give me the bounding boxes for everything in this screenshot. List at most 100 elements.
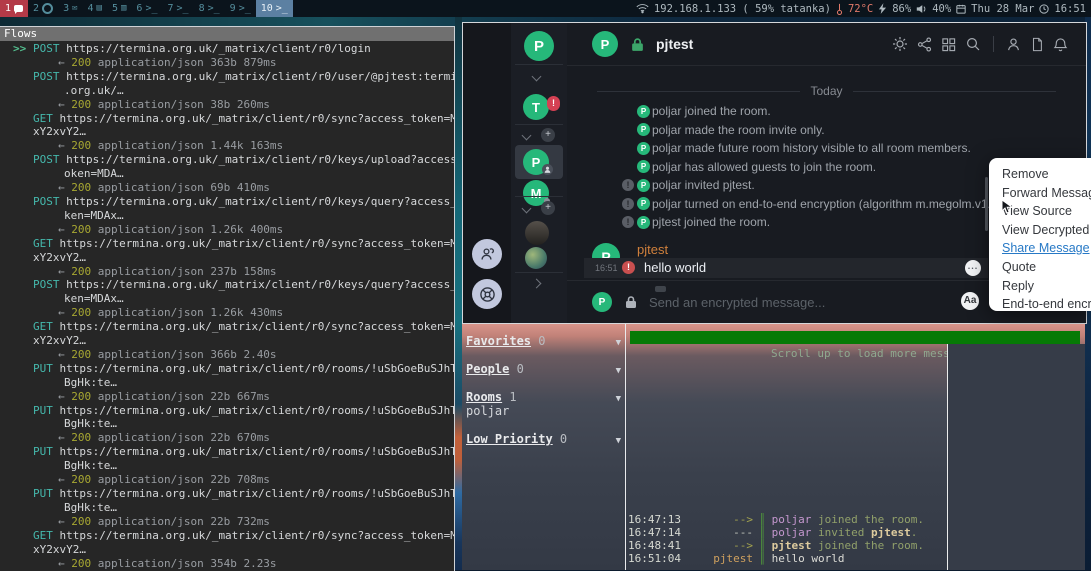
menu-item-end-to-end-encry[interactable]: End-to-end encry bbox=[1002, 295, 1091, 311]
menu-item-reply[interactable]: Reply bbox=[1002, 277, 1091, 296]
format-toggle-button[interactable]: Aa bbox=[961, 292, 979, 310]
flow-entry[interactable]: >>POST https://termina.org.uk/_matrix/cl… bbox=[0, 42, 454, 70]
context-menu-items: RemoveForward MessageView SourceView Dec… bbox=[1002, 165, 1091, 311]
date: Thu 28 Mar bbox=[971, 3, 1034, 15]
message-options-button[interactable]: ... bbox=[965, 260, 981, 276]
scroll-notice: Scroll up to load more mess bbox=[771, 347, 947, 360]
flow-entry[interactable]: PUT https://termina.org.uk/_matrix/clien… bbox=[0, 362, 454, 404]
share-icon[interactable] bbox=[917, 37, 932, 52]
menu-item-forward-message[interactable]: Forward Message bbox=[1002, 184, 1091, 203]
workspace-6[interactable]: 6>_ bbox=[131, 0, 162, 17]
workspace-3[interactable]: 3✉ bbox=[58, 0, 82, 17]
context-menu: RemoveForward MessageView SourceView Dec… bbox=[989, 158, 1091, 311]
room-avatar-t[interactable]: T bbox=[523, 94, 549, 120]
terminal-icon: >_ bbox=[239, 3, 251, 14]
user-avatar[interactable]: P bbox=[524, 31, 554, 61]
element-room-list: P T ! + P M + bbox=[511, 23, 567, 323]
chevron-down-icon[interactable] bbox=[522, 131, 532, 141]
battery-icon bbox=[878, 3, 887, 14]
chevron-right-icon[interactable] bbox=[532, 279, 542, 289]
buffer-list: Favorites 0▼ People 0▼ Rooms 1▼poljar Low P… bbox=[462, 324, 625, 570]
search-icon[interactable] bbox=[965, 36, 981, 52]
workspace-8[interactable]: 8>_ bbox=[194, 0, 225, 17]
event-avatar: P bbox=[637, 160, 650, 173]
collapse-triangle-icon[interactable]: ▼ bbox=[616, 434, 621, 448]
event-avatar: P bbox=[637, 197, 650, 210]
menu-item-view-source[interactable]: View Source bbox=[1002, 202, 1091, 221]
menu-item-quote[interactable]: Quote bbox=[1002, 258, 1091, 277]
unencrypted-warning-icon: ! bbox=[622, 261, 635, 274]
room-avatar-image[interactable] bbox=[525, 247, 547, 269]
roomlist-section[interactable]: Favorites 0▼ bbox=[466, 334, 620, 348]
room-item[interactable]: poljar bbox=[466, 404, 620, 418]
flow-entry[interactable]: GET https://termina.org.uk/_matrix/clien… bbox=[0, 529, 454, 571]
menu-item-share-message[interactable]: Share Message bbox=[1002, 239, 1091, 258]
flow-entry[interactable]: GET https://termina.org.uk/_matrix/clien… bbox=[0, 320, 454, 362]
flow-entry[interactable]: POST https://termina.org.uk/_matrix/clie… bbox=[0, 153, 454, 195]
flow-entry[interactable]: PUT https://termina.org.uk/_matrix/clien… bbox=[0, 487, 454, 529]
message-row[interactable]: 16:51 ! hello world ... bbox=[584, 258, 988, 278]
warning-spacer bbox=[622, 142, 634, 154]
panel-divider[interactable] bbox=[625, 324, 626, 570]
book2-icon: ▥ bbox=[121, 4, 126, 13]
desktop-wallpaper-strip bbox=[455, 17, 462, 570]
title-bar bbox=[630, 331, 1080, 344]
workspace-10[interactable]: 10>_ bbox=[256, 0, 293, 17]
event-avatar: P bbox=[637, 216, 650, 229]
collapse-triangle-icon[interactable]: ▼ bbox=[616, 364, 621, 378]
menu-item-view-decrypted-s[interactable]: View Decrypted S bbox=[1002, 221, 1091, 240]
notifications-bell-icon[interactable] bbox=[1053, 37, 1068, 52]
flow-entry[interactable]: POST https://termina.org.uk/_matrix/clie… bbox=[0, 278, 454, 320]
terminal-icon: >_ bbox=[177, 3, 189, 14]
workspace-2[interactable]: 2 bbox=[28, 0, 58, 17]
add-room-button[interactable]: + bbox=[541, 128, 555, 142]
flow-entry[interactable]: POST https://termina.org.uk/_matrix/clie… bbox=[0, 195, 454, 237]
flow-entry[interactable]: POST https://termina.org.uk/_matrix/clie… bbox=[0, 70, 454, 112]
menu-item-remove[interactable]: Remove bbox=[1002, 165, 1091, 184]
roomlist-section[interactable]: People 0▼ bbox=[466, 362, 620, 376]
composer-avatar: P bbox=[592, 292, 612, 312]
mouse-cursor bbox=[1001, 199, 1014, 214]
flow-entry[interactable]: PUT https://termina.org.uk/_matrix/clien… bbox=[0, 445, 454, 487]
member-badge bbox=[542, 164, 553, 175]
thermometer-icon bbox=[836, 3, 843, 15]
clock: 16:51 bbox=[1054, 3, 1086, 15]
formatting-chip[interactable] bbox=[655, 286, 666, 292]
files-icon[interactable] bbox=[1030, 37, 1044, 52]
workspace-7[interactable]: 7>_ bbox=[163, 0, 194, 17]
divider bbox=[515, 196, 563, 197]
explore-icon bbox=[479, 286, 496, 303]
chat-line: 16:47:14---║poljar invited pjtest. bbox=[628, 526, 947, 539]
timeline-scrollbar[interactable] bbox=[985, 177, 988, 231]
flow-entry[interactable]: PUT https://termina.org.uk/_matrix/clien… bbox=[0, 404, 454, 446]
collapse-triangle-icon[interactable]: ▼ bbox=[616, 392, 621, 406]
warning-icon: ! bbox=[622, 179, 634, 191]
settings-gear-icon[interactable] bbox=[892, 36, 908, 52]
flow-entry[interactable]: GET https://termina.org.uk/_matrix/clien… bbox=[0, 112, 454, 154]
members-icon[interactable] bbox=[1006, 37, 1021, 52]
terminal-icon: >_ bbox=[276, 3, 288, 14]
workspace-9[interactable]: 9>_ bbox=[225, 0, 256, 17]
start-chat-button[interactable] bbox=[472, 239, 502, 269]
warning-spacer bbox=[622, 161, 634, 173]
workspace-1[interactable]: 1 bbox=[0, 0, 28, 17]
apps-grid-icon[interactable] bbox=[941, 37, 956, 52]
room-avatar-image[interactable] bbox=[525, 221, 549, 245]
clock-icon bbox=[1039, 4, 1049, 14]
chevron-down-icon[interactable] bbox=[522, 204, 532, 214]
event-avatar: P bbox=[637, 179, 650, 192]
chevron-down-icon[interactable] bbox=[532, 72, 542, 82]
message-text: hello world bbox=[644, 260, 706, 275]
explore-rooms-button[interactable] bbox=[472, 279, 502, 309]
workspace-5[interactable]: 5▥ bbox=[107, 0, 131, 17]
workspace-list: 123✉4▤5▥6>_7>_8>_9>_10>_ bbox=[0, 0, 293, 17]
warning-spacer bbox=[622, 105, 634, 117]
terminal-icon: >_ bbox=[145, 3, 157, 14]
roomlist-section[interactable]: Rooms 1▼ bbox=[466, 390, 620, 404]
workspace-4[interactable]: 4▤ bbox=[83, 0, 107, 17]
roomlist-section[interactable]: Low Priority 0▼ bbox=[466, 432, 620, 446]
room-avatar[interactable]: P bbox=[592, 31, 618, 57]
add-room-button[interactable]: + bbox=[541, 201, 555, 215]
flow-entry[interactable]: GET https://termina.org.uk/_matrix/clien… bbox=[0, 237, 454, 279]
collapse-triangle-icon[interactable]: ▼ bbox=[616, 336, 621, 350]
